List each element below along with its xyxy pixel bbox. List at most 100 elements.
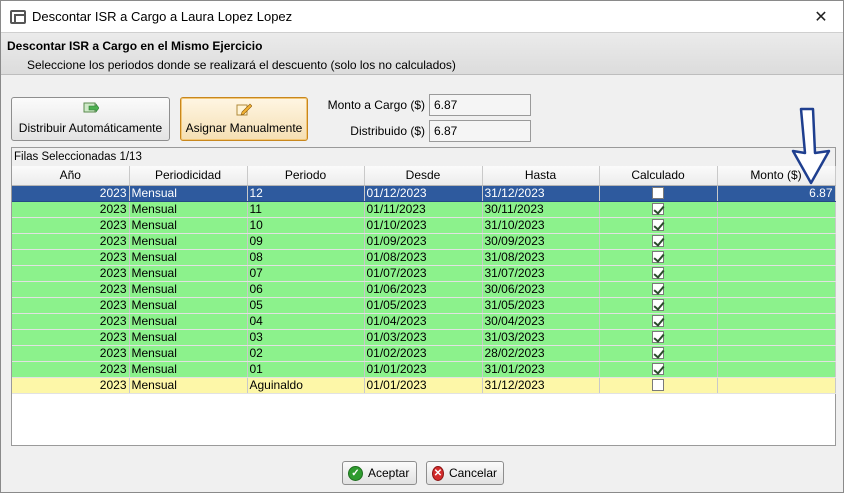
cell-calculado[interactable]: [599, 361, 718, 378]
calculado-checkbox[interactable]: [652, 299, 664, 312]
cell-calculado[interactable]: [599, 297, 718, 314]
cell-periodo: 02: [247, 345, 365, 362]
cell-anio: 2023: [12, 217, 130, 234]
cell-monto: 6.87: [717, 185, 836, 202]
calculado-checkbox[interactable]: [652, 379, 664, 392]
calculado-checkbox[interactable]: [652, 203, 664, 216]
cell-anio: 2023: [12, 265, 130, 282]
cell-monto: [717, 297, 836, 314]
cell-periodo: 09: [247, 233, 365, 250]
calculado-checkbox[interactable]: [652, 235, 664, 248]
cell-hasta: 31/12/2023: [482, 377, 600, 394]
cancel-button[interactable]: ✕ Cancelar: [426, 461, 504, 485]
cell-periodicidad: Mensual: [129, 217, 248, 234]
table-row[interactable]: 2023 Mensual 03 01/03/2023 31/03/2023: [12, 329, 836, 346]
cell-desde: 01/11/2023: [364, 201, 483, 218]
column-header[interactable]: Hasta: [482, 166, 600, 186]
distribute-icon: [83, 102, 99, 113]
cell-periodicidad: Mensual: [129, 233, 248, 250]
cell-desde: 01/09/2023: [364, 233, 483, 250]
cell-monto: [717, 313, 836, 330]
cell-desde: 01/12/2023: [364, 185, 483, 202]
distribute-auto-button[interactable]: Distribuir Automáticamente: [11, 97, 170, 141]
cell-periodo: 10: [247, 217, 365, 234]
calculado-checkbox[interactable]: [652, 331, 664, 344]
cell-hasta: 30/11/2023: [482, 201, 600, 218]
cell-calculado[interactable]: [599, 233, 718, 250]
table-row[interactable]: 2023 Mensual 12 01/12/2023 31/12/2023 6.87: [12, 185, 836, 202]
cell-periodicidad: Mensual: [129, 329, 248, 346]
cell-periodicidad: Mensual: [129, 281, 248, 298]
cell-periodo: 06: [247, 281, 365, 298]
calculado-checkbox[interactable]: [652, 251, 664, 264]
cell-anio: 2023: [12, 361, 130, 378]
window-title: Descontar ISR a Cargo a Laura Lopez Lope…: [32, 9, 293, 24]
calculado-checkbox[interactable]: [652, 347, 664, 360]
cell-calculado[interactable]: [599, 345, 718, 362]
cell-calculado[interactable]: [599, 217, 718, 234]
table-row[interactable]: 2023 Mensual 05 01/05/2023 31/05/2023: [12, 297, 836, 314]
x-circle-icon: ✕: [432, 465, 444, 481]
cell-hasta: 31/08/2023: [482, 249, 600, 266]
column-header[interactable]: Calculado: [599, 166, 718, 186]
cell-periodo: 01: [247, 361, 365, 378]
dialog-header: Descontar ISR a Cargo en el Mismo Ejerci…: [1, 32, 843, 75]
table-row[interactable]: 2023 Mensual 10 01/10/2023 31/10/2023: [12, 217, 836, 234]
cell-calculado[interactable]: [599, 377, 718, 394]
assign-manual-button[interactable]: Asignar Manualmente: [180, 97, 308, 141]
column-header[interactable]: Año: [12, 166, 130, 186]
monto-cargo-field[interactable]: [429, 94, 531, 116]
calculado-checkbox[interactable]: [652, 219, 664, 232]
calculado-checkbox[interactable]: [652, 267, 664, 280]
cell-anio: 2023: [12, 233, 130, 250]
cell-monto: [717, 217, 836, 234]
table-row[interactable]: 2023 Mensual 04 01/04/2023 30/04/2023: [12, 313, 836, 330]
cell-periodo: Aguinaldo: [247, 377, 365, 394]
grid-caption: Filas Seleccionadas 1/13: [12, 148, 835, 166]
calculado-checkbox[interactable]: [652, 187, 664, 200]
title-bar: Descontar ISR a Cargo a Laura Lopez Lope…: [1, 1, 843, 32]
cell-desde: 01/08/2023: [364, 249, 483, 266]
cell-periodo: 03: [247, 329, 365, 346]
table-row[interactable]: 2023 Mensual 11 01/11/2023 30/11/2023: [12, 201, 836, 218]
calculado-checkbox[interactable]: [652, 315, 664, 328]
table-row[interactable]: 2023 Mensual Aguinaldo 01/01/2023 31/12/2023: [12, 377, 836, 394]
table-body: 2023 Mensual 12 01/12/2023 31/12/2023 6.87 202…: [12, 185, 836, 394]
column-header[interactable]: Periodo: [247, 166, 365, 186]
table-row[interactable]: 2023 Mensual 07 01/07/2023 31/07/2023: [12, 265, 836, 282]
cell-calculado[interactable]: [599, 313, 718, 330]
cell-calculado[interactable]: [599, 265, 718, 282]
table-row[interactable]: 2023 Mensual 09 01/09/2023 30/09/2023: [12, 233, 836, 250]
cell-calculado[interactable]: [599, 249, 718, 266]
table-row[interactable]: 2023 Mensual 06 01/06/2023 30/06/2023: [12, 281, 836, 298]
cell-desde: 01/01/2023: [364, 361, 483, 378]
calculado-checkbox[interactable]: [652, 283, 664, 296]
cell-desde: 01/06/2023: [364, 281, 483, 298]
table-row[interactable]: 2023 Mensual 01 01/01/2023 31/01/2023: [12, 361, 836, 378]
cell-calculado[interactable]: [599, 329, 718, 346]
distribuido-field[interactable]: [429, 120, 531, 142]
cell-periodicidad: Mensual: [129, 313, 248, 330]
cell-hasta: 31/05/2023: [482, 297, 600, 314]
cell-periodo: 07: [247, 265, 365, 282]
dialog-window: Descontar ISR a Cargo a Laura Lopez Lope…: [0, 0, 844, 493]
cell-monto: [717, 329, 836, 346]
column-header[interactable]: Periodicidad: [129, 166, 248, 186]
close-button[interactable]: ✕: [799, 1, 843, 32]
cell-calculado[interactable]: [599, 281, 718, 298]
accept-button[interactable]: ✓ Aceptar: [342, 461, 417, 485]
table-row[interactable]: 2023 Mensual 08 01/08/2023 31/08/2023: [12, 249, 836, 266]
cell-anio: 2023: [12, 249, 130, 266]
cell-periodicidad: Mensual: [129, 185, 248, 202]
calculado-checkbox[interactable]: [652, 363, 664, 376]
cell-periodo: 05: [247, 297, 365, 314]
edit-pencil-icon: [236, 103, 252, 116]
column-header[interactable]: Desde: [364, 166, 483, 186]
table-row[interactable]: 2023 Mensual 02 01/02/2023 28/02/2023: [12, 345, 836, 362]
cell-hasta: 30/06/2023: [482, 281, 600, 298]
cell-calculado[interactable]: [599, 185, 718, 202]
cell-desde: 01/07/2023: [364, 265, 483, 282]
cell-anio: 2023: [12, 185, 130, 202]
cell-calculado[interactable]: [599, 201, 718, 218]
cell-periodo: 11: [247, 201, 365, 218]
